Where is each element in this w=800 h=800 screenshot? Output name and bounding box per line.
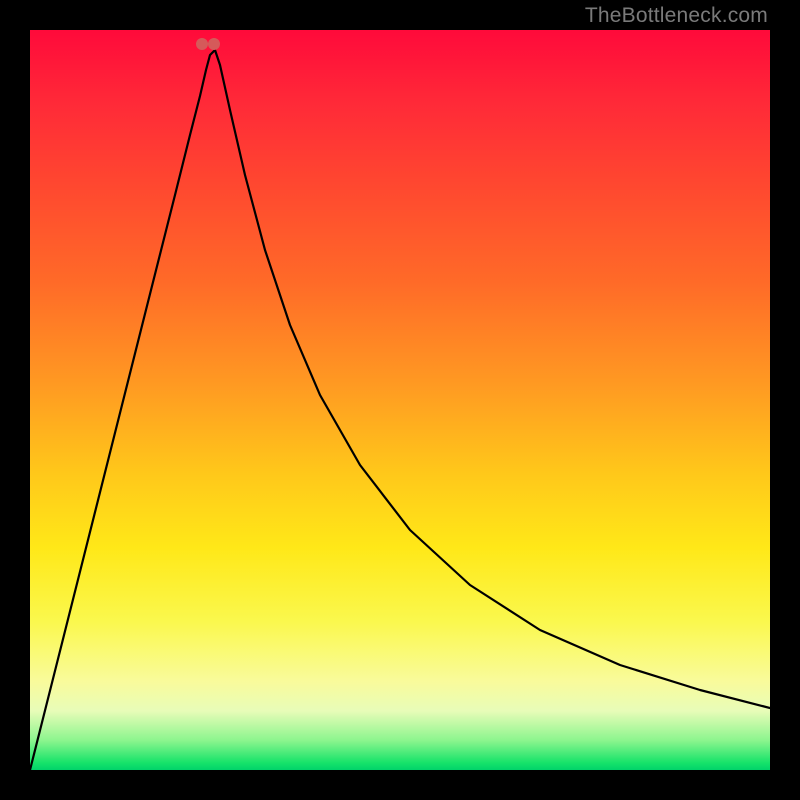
chart-frame: TheBottleneck.com [0, 0, 800, 800]
watermark-text: TheBottleneck.com [585, 4, 768, 28]
dot-a [196, 38, 208, 50]
marker-group [196, 38, 220, 50]
plot-area [30, 30, 770, 770]
bottleneck-curve-path [30, 50, 770, 770]
curve-layer [30, 30, 770, 770]
dot-b [208, 38, 220, 50]
